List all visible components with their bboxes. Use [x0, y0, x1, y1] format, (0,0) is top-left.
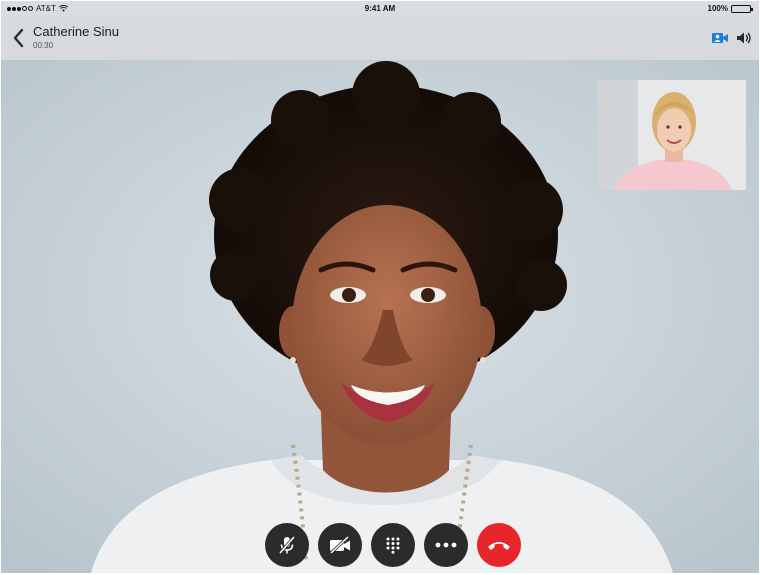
video-off-icon	[329, 535, 350, 555]
battery-icon	[731, 4, 753, 13]
keypad-button[interactable]	[371, 523, 415, 567]
switch-video-button[interactable]	[711, 30, 729, 46]
mute-button[interactable]	[265, 523, 309, 567]
end-call-button[interactable]	[477, 523, 521, 567]
contact-name: Catherine Sinu	[33, 24, 119, 39]
speaker-button[interactable]	[735, 29, 753, 47]
video-person-icon	[712, 33, 728, 43]
more-icon	[435, 542, 457, 548]
status-time: 9:41 AM	[364, 4, 396, 13]
status-bar: AT&T 9:41 AM 100%	[1, 1, 759, 17]
call-screen: AT&T 9:41 AM 100% Catherine Sinu 00:30	[1, 1, 759, 573]
back-button[interactable]	[9, 25, 29, 51]
keypad-icon	[386, 537, 400, 554]
call-header: Catherine Sinu 00:30	[1, 17, 759, 60]
speaker-icon	[737, 32, 751, 44]
self-view-video[interactable]	[598, 80, 746, 190]
call-duration: 00:30	[33, 41, 54, 50]
end-call-icon	[488, 542, 510, 550]
battery-status: 100%	[707, 4, 753, 13]
more-button[interactable]	[424, 523, 468, 567]
call-controls	[1, 523, 759, 567]
microphone-muted-icon	[278, 536, 296, 554]
battery-percentage: 100%	[707, 4, 728, 13]
chevron-left-icon	[13, 28, 24, 48]
video-toggle-button[interactable]	[318, 523, 362, 567]
